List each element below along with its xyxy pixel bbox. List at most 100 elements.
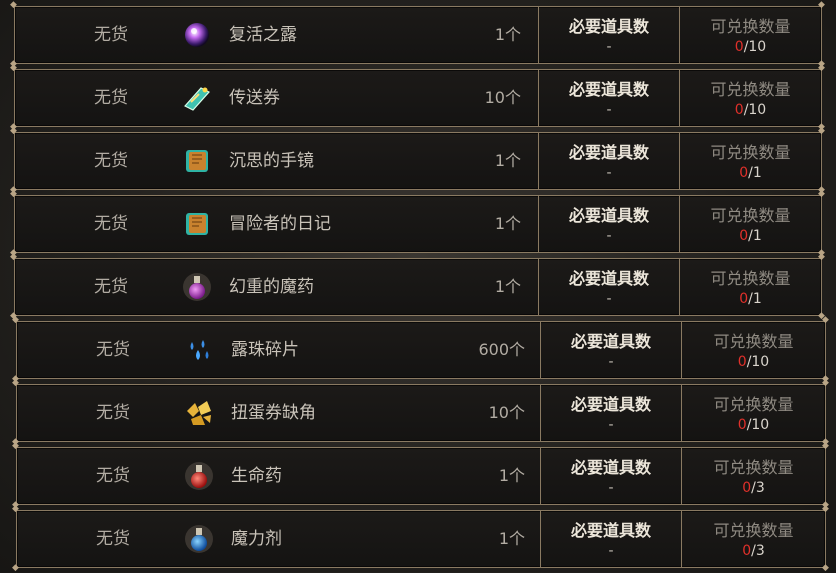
shop-row-1[interactable]: ◆ ◆ ◆ ◆ 无货 传送券 10个 必要道具数 - 可兑换数量 0/10 bbox=[10, 64, 825, 132]
required-items-value: - bbox=[606, 291, 612, 307]
stock-status: 无货 bbox=[96, 529, 130, 549]
required-items-cell: 必要道具数 - bbox=[540, 511, 682, 567]
required-items-cell: 必要道具数 - bbox=[540, 322, 682, 378]
blue-potion-icon bbox=[185, 525, 213, 553]
exchangeable-max: /1 bbox=[748, 228, 762, 244]
required-items-label: 必要道具数 bbox=[568, 143, 649, 162]
stock-status: 无货 bbox=[94, 277, 128, 297]
exchangeable-current: 0 bbox=[734, 102, 744, 118]
required-items-value: - bbox=[608, 480, 614, 496]
item-quantity: 1个 bbox=[494, 151, 521, 170]
exchangeable-cell: 可兑换数量 0/1 bbox=[680, 133, 821, 189]
item-quantity: 1个 bbox=[498, 466, 525, 485]
required-items-label: 必要道具数 bbox=[570, 521, 651, 540]
shop-row-5[interactable]: ◆ ◆ ◆ ◆ 无货 露珠碎片 600个 必要道具数 - 可兑换数量 0/10 bbox=[12, 316, 829, 384]
exchangeable-count: 0/1 bbox=[680, 228, 821, 244]
required-items-label: 必要道具数 bbox=[570, 395, 651, 414]
required-items-value: - bbox=[608, 354, 614, 370]
item-quantity: 10个 bbox=[488, 403, 525, 422]
required-items-cell: 必要道具数 - bbox=[538, 196, 680, 252]
item-name: 魔力剂 bbox=[231, 529, 282, 549]
item-name: 幻重的魔药 bbox=[229, 277, 314, 297]
exchangeable-max: /3 bbox=[751, 480, 765, 496]
item-name: 冒险者的日记 bbox=[229, 214, 331, 234]
exchangeable-count: 0/3 bbox=[682, 543, 825, 559]
exchangeable-max: /10 bbox=[743, 102, 767, 118]
red-potion-icon bbox=[185, 462, 213, 490]
gold-fragments-icon bbox=[187, 401, 211, 425]
exchangeable-count: 0/10 bbox=[680, 39, 821, 55]
required-items-cell: 必要道具数 - bbox=[540, 448, 682, 504]
item-name: 传送券 bbox=[229, 88, 280, 108]
exchangeable-count: 0/10 bbox=[682, 417, 825, 433]
item-name: 露珠碎片 bbox=[231, 340, 299, 360]
shop-row-6[interactable]: ◆ ◆ ◆ ◆ 无货 扭蛋券缺角 10个 必要道具数 - 可兑换数量 0/10 bbox=[12, 379, 829, 447]
purple-potion-icon bbox=[183, 273, 211, 301]
frame-corner: ◆ bbox=[10, 252, 17, 262]
exchangeable-label: 可兑换数量 bbox=[713, 521, 794, 540]
required-items-value: - bbox=[608, 417, 614, 433]
required-items-value: - bbox=[606, 165, 612, 181]
frame-corner: ◆ bbox=[12, 504, 19, 514]
exchangeable-label: 可兑换数量 bbox=[710, 80, 791, 99]
item-quantity: 600个 bbox=[478, 340, 525, 359]
item-name: 生命药 bbox=[231, 466, 282, 486]
exchangeable-label: 可兑换数量 bbox=[710, 143, 791, 162]
required-items-label: 必要道具数 bbox=[568, 206, 649, 225]
frame-corner: ◆ bbox=[12, 378, 19, 388]
frame-corner: ◆ bbox=[10, 0, 17, 10]
required-items-cell: 必要道具数 - bbox=[538, 7, 680, 63]
blue-droplets-icon bbox=[190, 340, 209, 360]
shop-row-0[interactable]: ◆ ◆ ◆ ◆ 无货 复活之露 1个 必要道具数 - 可兑换数量 0/10 bbox=[10, 1, 825, 69]
teleport-ticket-icon bbox=[184, 87, 210, 111]
required-items-cell: 必要道具数 - bbox=[538, 70, 680, 126]
stock-status: 无货 bbox=[96, 466, 130, 486]
item-quantity: 1个 bbox=[494, 277, 521, 296]
item-name: 扭蛋券缺角 bbox=[231, 403, 316, 423]
exchangeable-cell: 可兑换数量 0/1 bbox=[680, 196, 821, 252]
exchangeable-max: /10 bbox=[746, 354, 770, 370]
exchangeable-cell: 可兑换数量 0/3 bbox=[682, 448, 825, 504]
item-quantity: 1个 bbox=[498, 529, 525, 548]
exchangeable-max: /1 bbox=[748, 291, 762, 307]
stock-status: 无货 bbox=[94, 214, 128, 234]
exchangeable-current: 0 bbox=[737, 354, 747, 370]
required-items-value: - bbox=[606, 228, 612, 244]
stock-status: 无货 bbox=[96, 403, 130, 423]
stock-status: 无货 bbox=[94, 25, 128, 45]
shop-row-2[interactable]: ◆ ◆ ◆ ◆ 无货 沉思的手镜 1个 必要道具数 - 可兑换数量 0/1 bbox=[10, 127, 825, 195]
exchangeable-cell: 可兑换数量 0/10 bbox=[680, 70, 821, 126]
shop-row-3[interactable]: ◆ ◆ ◆ ◆ 无货 冒险者的日记 1个 必要道具数 - 可兑换数量 0/1 bbox=[10, 190, 825, 258]
required-items-value: - bbox=[606, 102, 612, 118]
required-items-label: 必要道具数 bbox=[570, 458, 651, 477]
stock-status: 无货 bbox=[94, 151, 128, 171]
exchangeable-label: 可兑换数量 bbox=[713, 458, 794, 477]
exchangeable-current: 0 bbox=[739, 165, 749, 181]
exchangeable-current: 0 bbox=[739, 291, 749, 307]
required-items-label: 必要道具数 bbox=[568, 269, 649, 288]
exchangeable-cell: 可兑换数量 0/3 bbox=[682, 511, 825, 567]
shop-row-4[interactable]: ◆ ◆ ◆ ◆ 无货 幻重的魔药 1个 必要道具数 - 可兑换数量 0/1 bbox=[10, 253, 825, 321]
exchangeable-count: 0/10 bbox=[682, 354, 825, 370]
shop-row-7[interactable]: ◆ ◆ ◆ ◆ 无货 生命药 1个 必要道具数 - 可兑换数量 0/3 bbox=[12, 442, 829, 510]
required-items-label: 必要道具数 bbox=[570, 332, 651, 351]
exchangeable-current: 0 bbox=[739, 228, 749, 244]
frame-corner: ◆ bbox=[12, 563, 19, 573]
item-quantity: 1个 bbox=[494, 25, 521, 44]
exchangeable-cell: 可兑换数量 0/10 bbox=[680, 7, 821, 63]
frame-corner: ◆ bbox=[10, 126, 17, 136]
item-name: 复活之露 bbox=[229, 25, 297, 45]
frame-corner: ◆ bbox=[10, 189, 17, 199]
item-quantity: 10个 bbox=[484, 88, 521, 107]
exchangeable-max: /3 bbox=[751, 543, 765, 559]
exchangeable-cell: 可兑换数量 0/10 bbox=[682, 385, 825, 441]
exchangeable-max: /10 bbox=[743, 39, 767, 55]
required-items-cell: 必要道具数 - bbox=[538, 133, 680, 189]
required-items-cell: 必要道具数 - bbox=[540, 385, 682, 441]
item-name: 沉思的手镜 bbox=[229, 151, 314, 171]
exchangeable-count: 0/10 bbox=[680, 102, 821, 118]
shop-row-8[interactable]: ◆ ◆ ◆ ◆ 无货 魔力剂 1个 必要道具数 - 可兑换数量 0/3 bbox=[12, 505, 829, 573]
exchangeable-count: 0/1 bbox=[680, 165, 821, 181]
frame-corner: ◆ bbox=[12, 441, 19, 451]
required-items-label: 必要道具数 bbox=[568, 17, 649, 36]
